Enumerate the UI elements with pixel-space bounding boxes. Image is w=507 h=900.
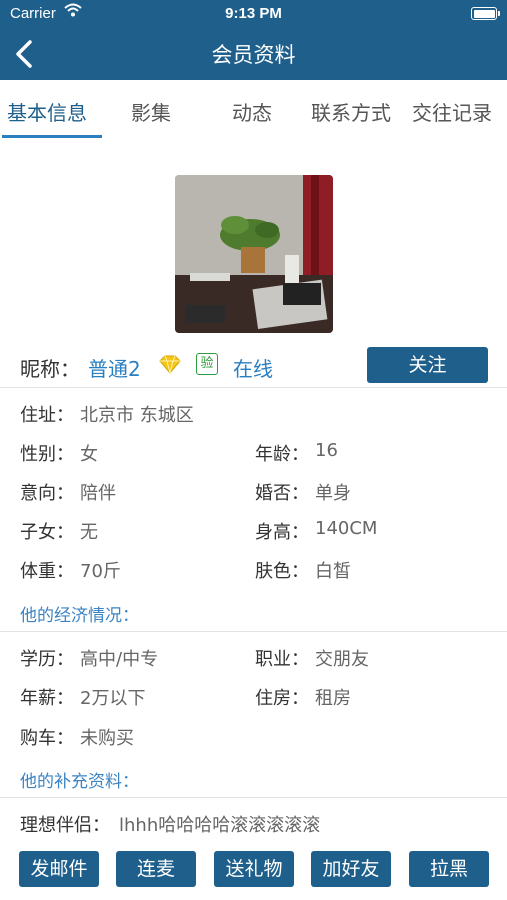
- height-value: 140CM: [315, 518, 378, 539]
- supplement-section-title: 他的补充资料：: [20, 772, 139, 792]
- tab-active-indicator: [2, 135, 102, 138]
- gender-value: 女: [80, 444, 98, 465]
- occupation-label: 职业：: [255, 649, 309, 670]
- page-title: 会员资料: [211, 43, 296, 67]
- status-bar: Carrier 9:13 PM: [0, 0, 507, 28]
- address-label: 住址：: [20, 405, 74, 426]
- nav-bar: 会员资料: [0, 28, 507, 80]
- housing-value: 租房: [315, 688, 351, 709]
- height-label: 身高：: [255, 522, 309, 543]
- education-label: 学历：: [20, 649, 74, 670]
- tab-contact[interactable]: 联系方式: [311, 97, 391, 126]
- tab-album[interactable]: 影集: [131, 97, 171, 126]
- ideal-partner-label: 理想伴侣：: [20, 815, 110, 836]
- children-label: 子女：: [20, 522, 74, 543]
- send-email-button[interactable]: 发邮件: [19, 851, 99, 887]
- car-label: 购车：: [20, 728, 74, 749]
- verified-badge: 验: [196, 353, 218, 375]
- weight-label: 体重：: [20, 561, 74, 582]
- age-value: 16: [315, 440, 338, 461]
- marital-value: 单身: [315, 483, 351, 504]
- divider: [0, 797, 507, 798]
- follow-button[interactable]: 关注: [367, 347, 488, 383]
- weight-value: 70斤: [80, 561, 121, 582]
- ideal-partner-value: lhhh哈哈哈哈滚滚滚滚滚: [119, 815, 321, 836]
- voice-call-button[interactable]: 连麦: [116, 851, 196, 887]
- nickname-row: 昵称： 普通2 验 在线 关注: [0, 342, 507, 386]
- address-value: 北京市 东城区: [80, 405, 194, 426]
- economy-section-title: 他的经济情况：: [20, 606, 139, 626]
- income-label: 年薪：: [20, 688, 74, 709]
- skin-label: 肤色：: [255, 561, 309, 582]
- profile-photo[interactable]: [175, 175, 333, 333]
- occupation-value: 交朋友: [315, 649, 369, 670]
- intention-label: 意向：: [20, 483, 74, 504]
- nickname-value: 普通2: [88, 357, 141, 381]
- add-friend-button[interactable]: 加好友: [311, 851, 391, 887]
- tab-basic-info[interactable]: 基本信息: [7, 97, 87, 126]
- clock: 9:13 PM: [225, 5, 282, 22]
- divider: [0, 631, 507, 632]
- gender-label: 性别：: [20, 444, 74, 465]
- housing-label: 住房：: [255, 688, 309, 709]
- online-status: 在线: [233, 357, 273, 381]
- diamond-icon: [159, 355, 181, 374]
- education-value: 高中/中专: [80, 649, 159, 670]
- intention-value: 陪伴: [80, 483, 116, 504]
- action-bar: 发邮件 连麦 送礼物 加好友 拉黑: [0, 840, 507, 900]
- age-label: 年龄：: [255, 444, 309, 465]
- tab-history[interactable]: 交往记录: [412, 97, 492, 126]
- marital-label: 婚否：: [255, 483, 309, 504]
- block-button[interactable]: 拉黑: [409, 851, 489, 887]
- battery-icon: [471, 7, 500, 20]
- send-gift-button[interactable]: 送礼物: [214, 851, 294, 887]
- nickname-label: 昵称：: [20, 357, 80, 381]
- tab-moments[interactable]: 动态: [232, 97, 272, 126]
- skin-value: 白皙: [315, 561, 351, 582]
- tab-bar: 基本信息 影集 动态 联系方式 交往记录: [0, 80, 507, 138]
- income-value: 2万以下: [80, 688, 146, 709]
- children-value: 无: [80, 522, 98, 543]
- car-value: 未购买: [80, 728, 134, 749]
- divider: [0, 387, 507, 388]
